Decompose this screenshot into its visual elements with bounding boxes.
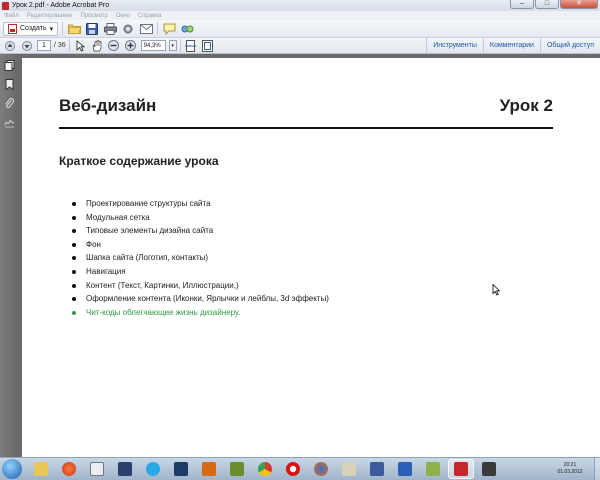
divider: [62, 22, 64, 35]
next-page-icon[interactable]: [20, 39, 34, 53]
divider: [157, 22, 159, 35]
window-title: Урок 2.pdf - Adobe Acrobat Pro: [12, 2, 110, 9]
navigation-pane: [0, 54, 19, 457]
signatures-icon[interactable]: [4, 117, 15, 128]
chevron-down-icon: ▾: [49, 25, 54, 33]
maximize-button[interactable]: □: [535, 0, 559, 9]
share-icon[interactable]: [180, 22, 194, 36]
list-item: Контент (Текст, Картинки, Иллюстрации,): [72, 279, 329, 293]
terminal-taskbar-icon[interactable]: [476, 459, 502, 479]
save-icon[interactable]: [85, 22, 99, 36]
divider: [68, 39, 70, 52]
email-icon[interactable]: [139, 22, 153, 36]
media-player-taskbar-icon[interactable]: [56, 459, 82, 479]
title-divider: [59, 127, 553, 129]
comment-icon[interactable]: [162, 22, 176, 36]
clock-time: 20:21: [563, 462, 577, 468]
page-number-input[interactable]: 1: [37, 40, 51, 51]
close-button[interactable]: ✕: [560, 0, 598, 9]
create-button[interactable]: Создать ▾: [3, 21, 59, 36]
create-pdf-icon: [8, 23, 17, 34]
summary-list: Проектирование структуры сайта Модульная…: [72, 197, 329, 319]
hand-tool-icon[interactable]: [90, 39, 104, 53]
main-toolbar: Создать ▾: [0, 20, 600, 38]
open-folder-icon[interactable]: [67, 22, 81, 36]
panel-links: Инструменты Комментарии Общий доступ: [426, 38, 600, 53]
system-tray-clock[interactable]: 20:21 01.03.2012: [540, 458, 600, 480]
mouse-cursor-icon: [492, 283, 501, 298]
list-item: Шапка сайта (Логотип, контакты): [72, 251, 329, 265]
skype-taskbar-icon[interactable]: [140, 459, 166, 479]
start-button[interactable]: [2, 459, 22, 479]
zoom-dropdown[interactable]: ▾: [168, 40, 177, 51]
clock-date: 01.03.2012: [557, 469, 583, 475]
document-viewport[interactable]: Веб-дизайн Урок 2 Краткое содержание уро…: [19, 54, 600, 457]
word-taskbar-icon[interactable]: [392, 459, 418, 479]
list-item: Типовые элементы дизайна сайта: [72, 224, 329, 238]
zoom-out-icon[interactable]: [107, 39, 121, 53]
explorer-taskbar-icon[interactable]: [28, 459, 54, 479]
fit-page-icon[interactable]: [201, 39, 215, 53]
navigation-toolbar: 1 / 36 94,3% ▾ Инструменты Комментарии О…: [0, 38, 600, 54]
show-desktop-button[interactable]: [594, 458, 600, 480]
opera-taskbar-icon[interactable]: [280, 459, 306, 479]
select-arrow-icon[interactable]: [73, 39, 87, 53]
menu-file[interactable]: Файл: [4, 13, 19, 19]
attachments-icon[interactable]: [4, 97, 15, 109]
archive-taskbar-icon[interactable]: [420, 459, 446, 479]
notes-taskbar-icon[interactable]: [336, 459, 362, 479]
fireworks-taskbar-icon[interactable]: [224, 459, 250, 479]
mail-taskbar-icon[interactable]: [84, 459, 110, 479]
window-controls: – □ ✕: [510, 0, 598, 9]
document-subtitle: Краткое содержание урока: [59, 154, 219, 168]
page-thumbnails-icon[interactable]: [4, 60, 15, 71]
menu-bar: Файл Редактирование Просмотр Окно Справк…: [0, 11, 600, 20]
settings-icon[interactable]: [121, 22, 135, 36]
print-icon[interactable]: [103, 22, 117, 36]
pdf-page: Веб-дизайн Урок 2 Краткое содержание уро…: [22, 58, 600, 457]
page-total: / 36: [54, 42, 66, 49]
list-item-highlighted: Чит-коды облегчающие жизнь дизайнеру.: [72, 306, 329, 320]
title-bar: Урок 2.pdf - Adobe Acrobat Pro – □ ✕: [0, 0, 600, 11]
share-link[interactable]: Общий доступ: [539, 38, 600, 53]
create-label: Создать: [20, 25, 47, 32]
chrome-taskbar-icon[interactable]: [252, 459, 278, 479]
lesson-number: Урок 2: [499, 96, 553, 115]
list-item: Навигация: [72, 265, 329, 279]
acrobat-taskbar-icon[interactable]: [448, 459, 474, 479]
list-item: Оформление контента (Иконки, Ярлычки и л…: [72, 292, 329, 306]
fe-taskbar-icon[interactable]: [364, 459, 390, 479]
comments-link[interactable]: Комментарии: [482, 38, 540, 53]
minimize-button[interactable]: –: [510, 0, 534, 9]
zoom-in-icon[interactable]: [124, 39, 138, 53]
menu-edit[interactable]: Редактирование: [27, 13, 73, 19]
menu-window[interactable]: Окно: [116, 13, 130, 19]
document-title: Веб-дизайн: [59, 96, 157, 115]
taskbar: 20:21 01.03.2012: [0, 457, 600, 480]
previous-page-icon[interactable]: [3, 39, 17, 53]
firefox-taskbar-icon[interactable]: [308, 459, 334, 479]
acrobat-app-icon[interactable]: [2, 1, 9, 10]
photoshop-taskbar-icon[interactable]: [168, 459, 194, 479]
bookmarks-icon[interactable]: [4, 79, 15, 91]
divider: [179, 39, 181, 52]
list-item: Модульная сетка: [72, 211, 329, 225]
illustrator-taskbar-icon[interactable]: [196, 459, 222, 479]
menu-help[interactable]: Справка: [138, 13, 162, 19]
tools-link[interactable]: Инструменты: [426, 38, 483, 53]
zoom-level-input[interactable]: 94,3%: [140, 40, 166, 51]
list-item: Фон: [72, 238, 329, 252]
taskbar-apps: [28, 459, 502, 479]
floppy-taskbar-icon[interactable]: [112, 459, 138, 479]
fit-width-icon[interactable]: [184, 39, 198, 53]
list-item: Проектирование структуры сайта: [72, 197, 329, 211]
menu-view[interactable]: Просмотр: [80, 13, 107, 19]
